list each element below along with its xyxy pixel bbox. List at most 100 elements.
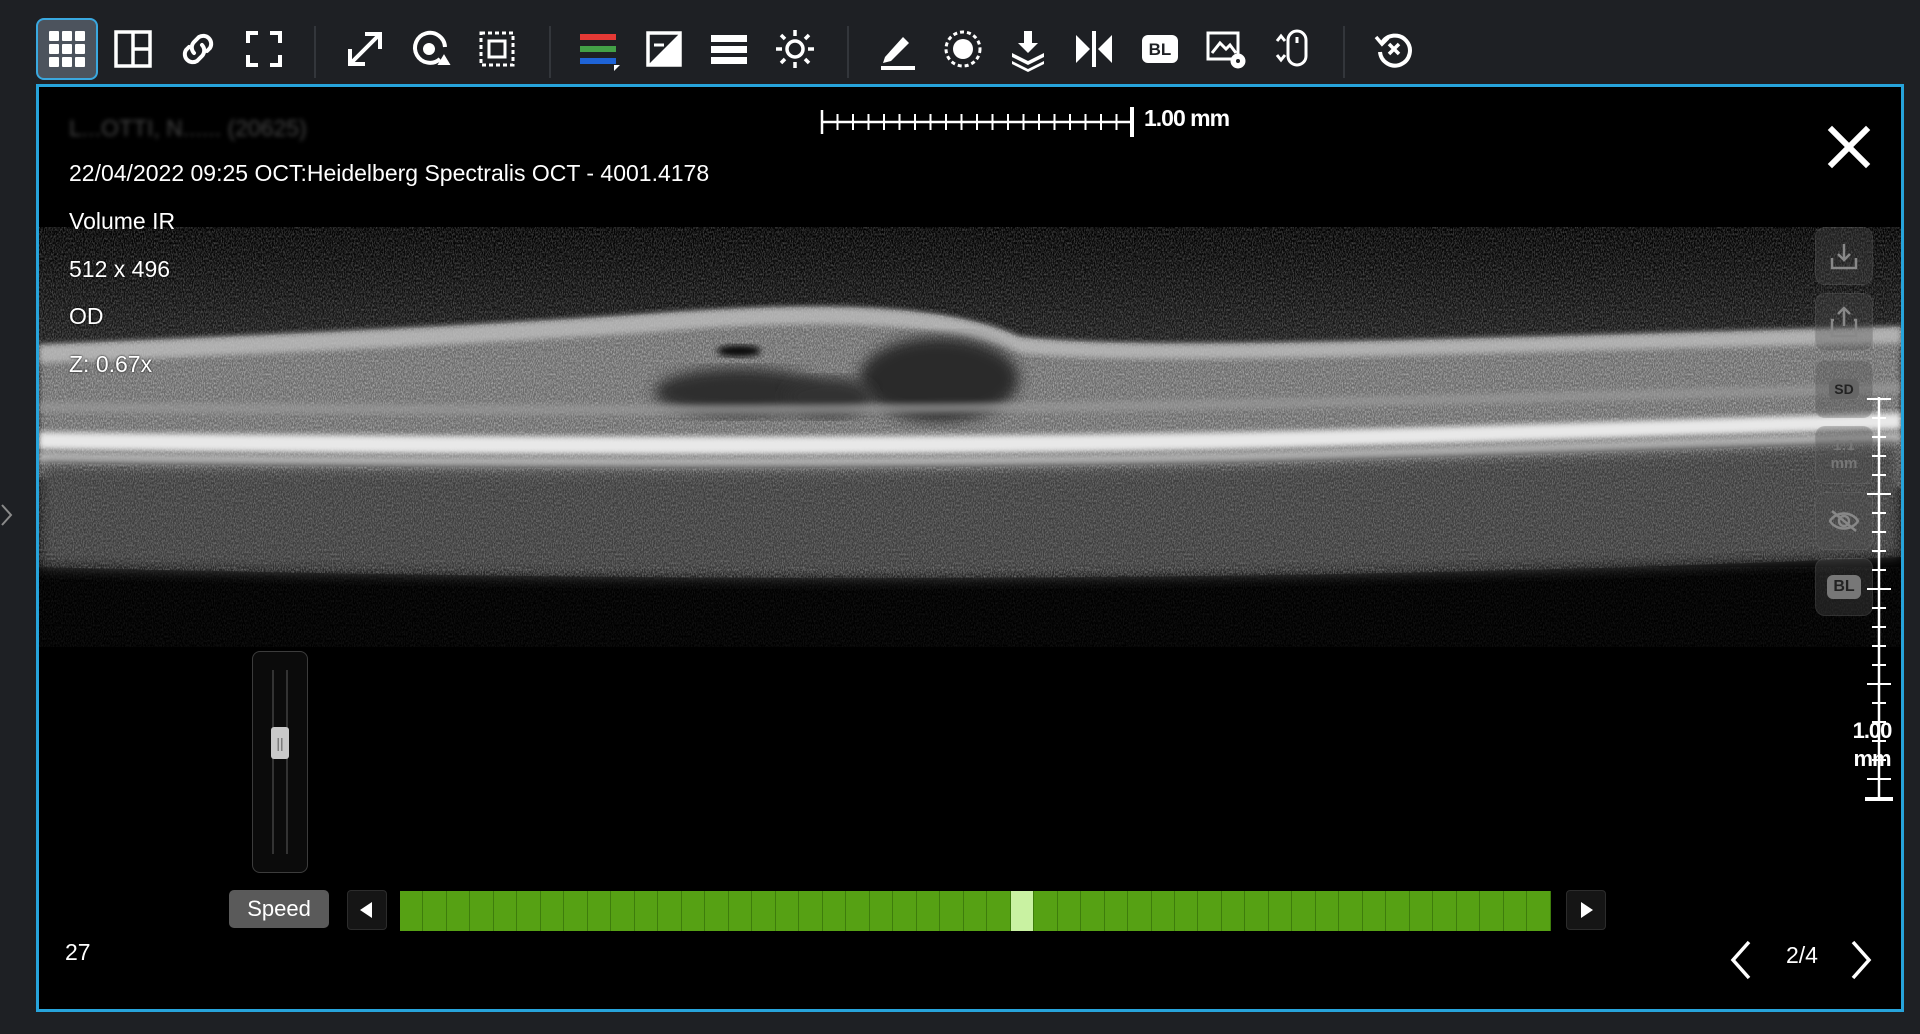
layers-download-icon	[1012, 31, 1044, 72]
region-button[interactable]	[932, 18, 994, 80]
brightness-icon	[776, 30, 814, 68]
baseline-button[interactable]: BL	[1129, 18, 1191, 80]
frame-cell[interactable]	[1362, 891, 1387, 931]
grid-layout-button[interactable]	[36, 18, 98, 80]
frame-cell[interactable]	[1057, 891, 1082, 931]
frame-cell[interactable]	[540, 891, 565, 931]
link-button[interactable]	[167, 18, 229, 80]
fullscreen-button[interactable]	[233, 18, 295, 80]
frame-cell[interactable]	[775, 891, 800, 931]
fit-button[interactable]	[334, 18, 396, 80]
frame-cell[interactable]	[587, 891, 612, 931]
oct-viewer[interactable]: L...OTTI, N...... (20625) 22/04/2022 09:…	[36, 84, 1904, 1012]
close-icon[interactable]	[1824, 122, 1874, 172]
speed-slider-thumb[interactable]: ||	[271, 726, 289, 759]
lines-button[interactable]	[698, 18, 760, 80]
diagonal-expand-icon	[348, 32, 382, 66]
horizontal-scale-label: 1.00 mm	[1144, 105, 1230, 131]
frame-cell[interactable]	[752, 891, 776, 931]
frame-cell[interactable]	[564, 891, 588, 931]
chevron-right-icon[interactable]	[1841, 938, 1881, 982]
grid-icon	[49, 31, 85, 67]
annotate-button[interactable]	[866, 18, 928, 80]
rgb-channels-icon	[580, 34, 620, 71]
frame-cell[interactable]	[611, 891, 635, 931]
frame-cell[interactable]	[423, 891, 447, 931]
frame-cell[interactable]	[1339, 891, 1363, 931]
frame-cell[interactable]	[1174, 891, 1199, 931]
frame-cell[interactable]	[822, 891, 847, 931]
sd-icon: SD	[1829, 379, 1859, 399]
frame-cell[interactable]	[681, 891, 706, 931]
toolbar-separator	[1343, 26, 1345, 78]
panel-expand-icon[interactable]	[0, 502, 14, 528]
download-icon	[1830, 244, 1858, 270]
pencil-icon	[881, 37, 915, 70]
speed-slider[interactable]: ||	[252, 651, 308, 873]
color-channels-button[interactable]	[567, 18, 629, 80]
circle-target-icon	[944, 30, 982, 68]
frame-cell[interactable]	[1456, 891, 1481, 931]
toolbar-separator	[847, 26, 849, 78]
frame-cell[interactable]	[1386, 891, 1410, 931]
frame-cell[interactable]	[940, 891, 964, 931]
split-layout-button[interactable]	[102, 18, 164, 80]
frame-cell[interactable]	[1315, 891, 1340, 931]
series-label: Volume IR	[69, 208, 176, 234]
layers-button[interactable]	[997, 18, 1059, 80]
compare-button[interactable]	[1063, 18, 1125, 80]
eye-off-icon	[1828, 510, 1860, 532]
frame-cell[interactable]	[963, 891, 988, 931]
invert-icon	[646, 31, 682, 67]
frame-cell[interactable]	[705, 891, 729, 931]
frame-cell[interactable]	[1151, 891, 1175, 931]
frame-cell[interactable]	[400, 891, 424, 931]
frame-cell[interactable]	[1221, 891, 1246, 931]
frame-cell[interactable]	[846, 891, 870, 931]
frame-cell[interactable]	[987, 891, 1011, 931]
download-button[interactable]	[1815, 227, 1873, 285]
ratio-unit: mm	[1830, 455, 1858, 472]
frame-cell[interactable]	[1081, 891, 1105, 931]
frame-cell[interactable]	[634, 891, 659, 931]
settings-button[interactable]	[1195, 18, 1257, 80]
frame-cell[interactable]	[1292, 891, 1316, 931]
image-settings-icon	[1206, 31, 1246, 69]
frame-cell[interactable]	[1480, 891, 1504, 931]
frame-cell[interactable]	[799, 891, 823, 931]
next-frame-button[interactable]	[1566, 890, 1606, 930]
mouse-scroll-button[interactable]	[1261, 18, 1323, 80]
frame-cell[interactable]	[1409, 891, 1434, 931]
split-panel-icon	[114, 30, 152, 68]
frame-cell[interactable]	[893, 891, 917, 931]
previous-frame-button[interactable]	[347, 890, 387, 930]
invert-button[interactable]	[633, 18, 695, 80]
brightness-button[interactable]	[764, 18, 826, 80]
frame-cell[interactable]	[1104, 891, 1129, 931]
reset-button[interactable]	[1363, 18, 1425, 80]
zoom-rotate-button[interactable]	[400, 18, 462, 80]
frame-cell[interactable]	[1034, 891, 1058, 931]
frame-strip[interactable]	[400, 891, 1551, 931]
frame-cell[interactable]	[1503, 891, 1528, 931]
frame-cell-current[interactable]	[1010, 891, 1035, 931]
frame-cell[interactable]	[1128, 891, 1152, 931]
frame-cell[interactable]	[446, 891, 471, 931]
chevron-left-icon[interactable]	[1721, 938, 1761, 982]
frame-cell[interactable]	[1433, 891, 1457, 931]
crop-button[interactable]	[466, 18, 528, 80]
frame-cell[interactable]	[1268, 891, 1293, 931]
share-button[interactable]	[1815, 293, 1873, 351]
frame-cell[interactable]	[493, 891, 518, 931]
frame-cell[interactable]	[869, 891, 894, 931]
horizontal-scale-bar	[820, 107, 1134, 137]
frame-cell[interactable]	[1245, 891, 1269, 931]
frame-cell[interactable]	[1198, 891, 1222, 931]
frame-cell[interactable]	[1527, 891, 1551, 931]
zoom-rotate-icon	[413, 30, 451, 65]
frame-cell[interactable]	[728, 891, 753, 931]
frame-cell[interactable]	[517, 891, 541, 931]
frame-cell[interactable]	[658, 891, 682, 931]
frame-cell[interactable]	[916, 891, 941, 931]
frame-cell[interactable]	[470, 891, 494, 931]
